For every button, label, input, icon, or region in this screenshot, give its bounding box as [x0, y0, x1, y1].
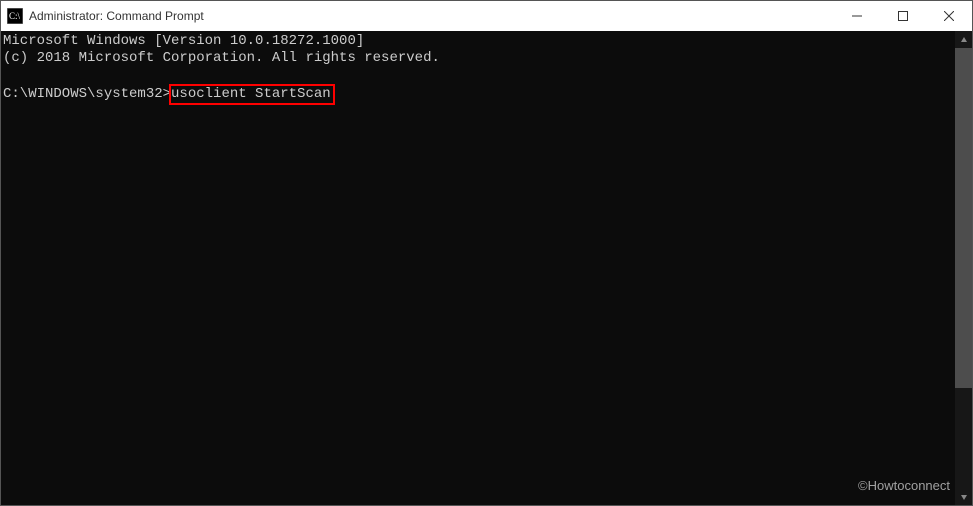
terminal-line: [3, 67, 953, 84]
prompt-path: C:\WINDOWS\system32>: [3, 86, 171, 102]
close-button[interactable]: [926, 1, 972, 31]
window: C:\ Administrator: Command Prompt Micros…: [0, 0, 973, 506]
terminal-area: Microsoft Windows [Version 10.0.18272.10…: [1, 31, 972, 505]
scroll-down-arrow-icon[interactable]: [955, 488, 972, 505]
terminal-line: Microsoft Windows [Version 10.0.18272.10…: [3, 33, 953, 50]
window-controls: [834, 1, 972, 31]
terminal-output[interactable]: Microsoft Windows [Version 10.0.18272.10…: [1, 31, 955, 505]
scroll-up-arrow-icon[interactable]: [955, 31, 972, 48]
scroll-thumb[interactable]: [955, 48, 972, 388]
maximize-button[interactable]: [880, 1, 926, 31]
titlebar-left: C:\ Administrator: Command Prompt: [7, 8, 204, 24]
terminal-line: (c) 2018 Microsoft Corporation. All righ…: [3, 50, 953, 67]
typed-command: usoclient StartScan: [171, 86, 331, 102]
svg-text:C:\: C:\: [9, 11, 21, 21]
cmd-icon: C:\: [7, 8, 23, 24]
command-highlight: usoclient StartScan: [169, 84, 335, 105]
minimize-button[interactable]: [834, 1, 880, 31]
terminal-prompt-line: C:\WINDOWS\system32>usoclient StartScan: [3, 84, 953, 105]
titlebar: C:\ Administrator: Command Prompt: [1, 1, 972, 31]
vertical-scrollbar[interactable]: [955, 31, 972, 505]
window-title: Administrator: Command Prompt: [29, 9, 204, 23]
